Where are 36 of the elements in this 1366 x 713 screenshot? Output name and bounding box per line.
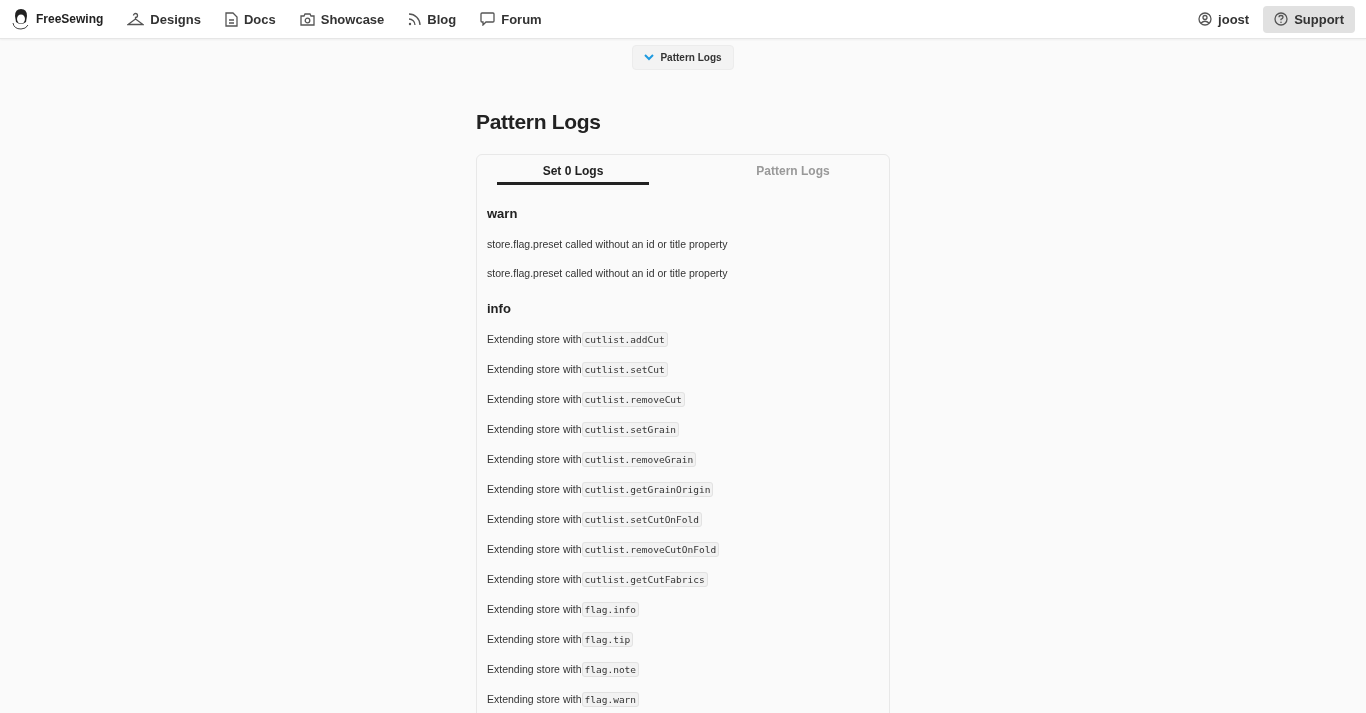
page-title: Pattern Logs (476, 110, 602, 134)
log-message: Extending store with cutlist.removeCutOnFold (487, 541, 879, 558)
log-message: Extending store with cutlist.setGrain (487, 421, 879, 438)
log-message: Extending store with flag.tip (487, 631, 879, 648)
nav-link[interactable]: Docs (214, 5, 286, 33)
log-message: Extending store with cutlist.removeCut (487, 391, 879, 408)
log-message: Extending store with cutlist.setCutOnFold (487, 511, 879, 528)
section-heading: warn (487, 206, 519, 221)
section-heading: info (487, 301, 512, 316)
nav-link[interactable]: Forum (470, 5, 552, 33)
log-message: Extending store with cutlist.setCut (487, 361, 879, 378)
tab[interactable]: Set 0 Logs (497, 155, 649, 185)
log-message: Extending store with flag.note (487, 661, 879, 678)
log-message: Extending store with cutlist.addCut (487, 331, 879, 348)
logo-icon (11, 8, 31, 30)
dropdown-button[interactable]: Pattern Logs (632, 45, 734, 70)
brand-link[interactable]: FreeSewing (11, 8, 104, 30)
log-message: Extending store with cutlist.getGrainOrigin (487, 481, 879, 498)
document-icon (224, 11, 238, 27)
log-message: Extending store with flag.info (487, 601, 879, 618)
account-link[interactable]: joost (1188, 5, 1260, 33)
help-icon (1274, 12, 1289, 26)
hanger-icon (127, 12, 145, 26)
log-message: store.flag.preset called without an id or title property (487, 266, 729, 281)
rss-icon (408, 12, 422, 26)
chat-icon (480, 12, 496, 26)
log-message: Extending store with cutlist.removeGrain (487, 451, 879, 468)
log-message: store.flag.preset called without an id or title property (487, 237, 729, 252)
nav-link[interactable]: Blog (398, 5, 467, 33)
log-message: Extending store with flag.warn (487, 691, 879, 708)
user-icon (1198, 12, 1213, 26)
camera-icon (299, 12, 315, 26)
nav-link[interactable]: Showcase (289, 5, 395, 33)
support-button[interactable]: Support (1263, 5, 1355, 33)
nav-link[interactable]: Designs (117, 5, 211, 33)
log-message: Extending store with cutlist.getCutFabrics (487, 571, 879, 588)
